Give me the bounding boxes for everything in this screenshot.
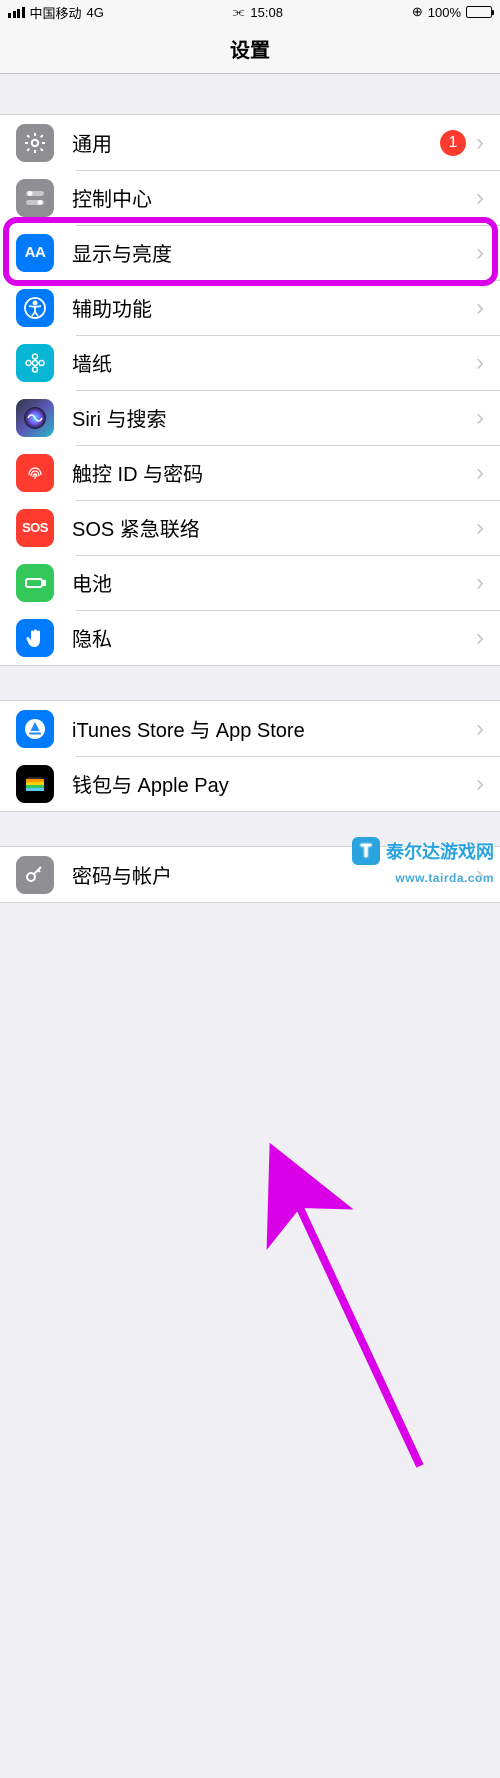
hotspot-icon: ⫘ [233, 4, 245, 20]
settings-row-general[interactable]: 通用1 › [0, 115, 500, 170]
settings-row-label: 通用 [72, 128, 440, 157]
battery-icon [16, 564, 54, 602]
gear-icon [16, 124, 54, 162]
settings-row-label: SOS 紧急联络 [72, 513, 476, 542]
status-bar: 中国移动 4G ⫘ 15:08 ⊕ 100% [0, 0, 500, 24]
settings-row-wallet[interactable]: 钱包与 Apple Pay› [0, 756, 500, 811]
chevron-right-icon: › [476, 717, 484, 741]
settings-row-display[interactable]: AA 显示与亮度› [0, 225, 500, 280]
group-gap [0, 666, 500, 700]
sos-icon: SOS [16, 509, 54, 547]
settings-row-label: iTunes Store 与 App Store [72, 714, 476, 743]
chevron-right-icon: › [476, 241, 484, 265]
clock-label: 15:08 [250, 5, 283, 20]
chevron-right-icon: › [476, 863, 484, 887]
appstore-icon [16, 710, 54, 748]
hand-icon [16, 619, 54, 657]
settings-row-battery[interactable]: 电池› [0, 555, 500, 610]
settings-row-label: 密码与帐户 [72, 860, 476, 889]
settings-row-accessibility[interactable]: 辅助功能› [0, 280, 500, 335]
chevron-right-icon: › [476, 626, 484, 650]
status-left: 中国移动 4G [8, 3, 104, 22]
carrier-label: 中国移动 [30, 3, 82, 22]
settings-row-label: 钱包与 Apple Pay [72, 769, 476, 798]
chevron-right-icon: › [476, 571, 484, 595]
settings-row-label: 辅助功能 [72, 293, 476, 322]
settings-row-label: Siri 与搜索 [72, 403, 476, 432]
switches-icon [16, 179, 54, 217]
settings-row-label: 电池 [72, 568, 476, 597]
settings-row-label: 墙纸 [72, 348, 476, 377]
wallet-icon [16, 765, 54, 803]
signal-icon [8, 7, 25, 18]
network-label: 4G [87, 5, 104, 20]
notification-badge: 1 [440, 130, 466, 156]
settings-group: iTunes Store 与 App Store›钱包与 Apple Pay› [0, 700, 500, 812]
battery-icon [466, 6, 492, 18]
nav-header: 设置 [0, 24, 500, 74]
rotation-lock-icon: ⊕ [412, 4, 423, 20]
status-right: ⊕ 100% [412, 4, 492, 20]
settings-row-label: 隐私 [72, 623, 476, 652]
group-gap [0, 74, 500, 114]
key-icon [16, 856, 54, 894]
page-title: 设置 [230, 34, 270, 63]
settings-row-itunes[interactable]: iTunes Store 与 App Store› [0, 701, 500, 756]
settings-row-accounts[interactable]: 密码与帐户› [0, 847, 500, 902]
settings-row-control-center[interactable]: 控制中心› [0, 170, 500, 225]
status-center: ⫘ 15:08 [104, 4, 412, 20]
battery-pct-label: 100% [428, 5, 461, 20]
settings-row-siri[interactable]: Siri 与搜索› [0, 390, 500, 445]
chevron-right-icon: › [476, 406, 484, 430]
accessibility-icon [16, 289, 54, 327]
chevron-right-icon: › [476, 516, 484, 540]
chevron-right-icon: › [476, 131, 484, 155]
group-gap [0, 812, 500, 846]
settings-group: 密码与帐户› [0, 846, 500, 903]
settings-row-label: 控制中心 [72, 183, 476, 212]
settings-row-privacy[interactable]: 隐私› [0, 610, 500, 665]
chevron-right-icon: › [476, 186, 484, 210]
annotation-arrow [0, 903, 500, 1778]
settings-row-sos[interactable]: SOS SOS 紧急联络› [0, 500, 500, 555]
siri-icon [16, 399, 54, 437]
fingerprint-icon [16, 454, 54, 492]
chevron-right-icon: › [476, 461, 484, 485]
chevron-right-icon: › [476, 772, 484, 796]
chevron-right-icon: › [476, 296, 484, 320]
flower-icon [16, 344, 54, 382]
settings-group: 通用1›控制中心›AA显示与亮度›辅助功能›墙纸›Siri 与搜索›触控 ID … [0, 114, 500, 666]
aa-icon: AA [16, 234, 54, 272]
settings-row-wallpaper[interactable]: 墙纸› [0, 335, 500, 390]
chevron-right-icon: › [476, 351, 484, 375]
settings-row-touchid[interactable]: 触控 ID 与密码› [0, 445, 500, 500]
settings-row-label: 显示与亮度 [72, 238, 476, 267]
settings-row-label: 触控 ID 与密码 [72, 458, 476, 487]
